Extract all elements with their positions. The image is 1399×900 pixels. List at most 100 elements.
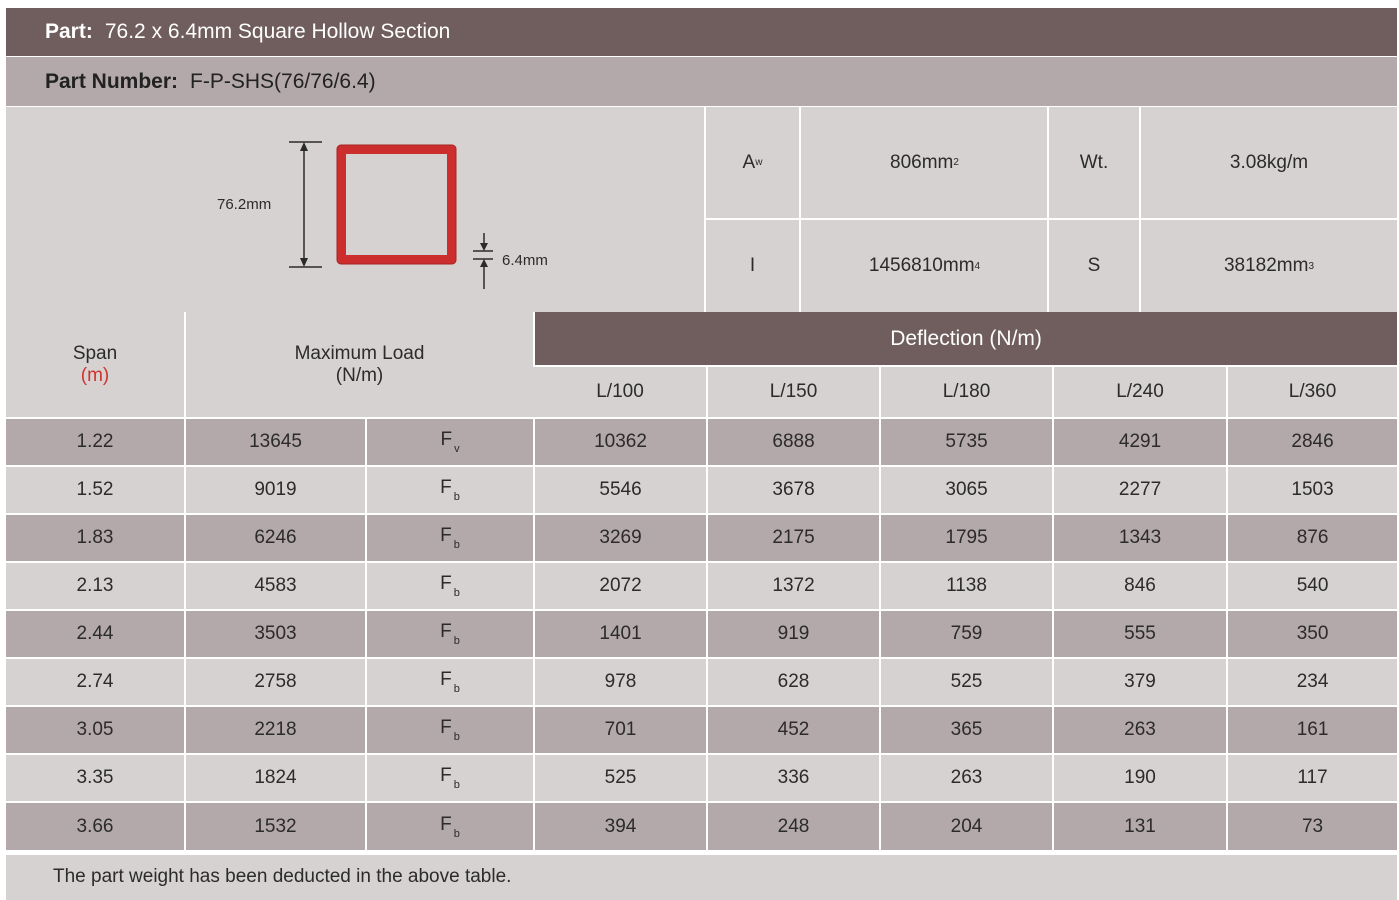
deflection-cell: 555	[1052, 609, 1228, 658]
aw-label-cell: Aw	[704, 107, 799, 218]
failure-mode-subscript: b	[453, 587, 460, 599]
max-load-cell: 4583	[184, 561, 366, 610]
max-load-cell: 2758	[184, 657, 366, 706]
span-header-label: Span	[72, 342, 118, 364]
i-value: 1456810mm	[868, 255, 975, 276]
failure-mode-cell: Fb	[364, 465, 535, 514]
aw-value: 806mm	[890, 151, 954, 173]
failure-mode-symbol: F	[440, 573, 452, 594]
failure-mode-symbol: F	[440, 621, 452, 642]
max-load-unit: (N/m)	[335, 364, 384, 386]
span-cell: 3.05	[6, 705, 185, 754]
deflection-cell: 248	[706, 801, 881, 850]
deflection-cell: 161	[1226, 705, 1398, 754]
deflection-cell: 846	[1052, 561, 1228, 610]
failure-mode-symbol: F	[440, 813, 452, 835]
deflection-col-l180: L/180	[879, 365, 1054, 418]
deflection-col-l100: L/100	[534, 365, 708, 418]
aw-unit-sup: 2	[953, 157, 959, 168]
deflection-cell: 350	[1226, 609, 1398, 658]
table-row: 1.52 9019 Fb 5546 3678 3065 2277 1503	[6, 465, 1398, 514]
deflection-cell: 6888	[706, 417, 881, 466]
square-hollow-section-drawing	[289, 141, 493, 289]
failure-mode-subscript: b	[453, 683, 460, 695]
span-cell: 3.66	[6, 801, 185, 850]
failure-mode-symbol: F	[440, 429, 453, 450]
span-cell: 1.52	[6, 465, 185, 514]
section-diagram: 76.2mm 6.4mm	[6, 107, 704, 312]
deflection-cell: 1795	[879, 513, 1054, 562]
wt-label: Wt.	[1079, 151, 1109, 173]
failure-mode-subscript: b	[453, 635, 460, 647]
height-dimension-label: 76.2mm	[217, 196, 272, 213]
deflection-cell: 379	[1052, 657, 1228, 706]
failure-mode-symbol: F	[440, 765, 452, 786]
table-row: 3.05 2218 Fb 701 452 365 263 161	[6, 705, 1398, 754]
i-value-cell: 1456810mm 4	[799, 220, 1048, 312]
failure-mode-symbol: F	[440, 717, 452, 738]
span-cell: 2.74	[6, 657, 185, 706]
part-number-bar: Part Number: F-P-SHS(76/76/6.4)	[6, 57, 1397, 106]
s-value: 38182mm	[1223, 255, 1309, 276]
deflection-cell: 2072	[533, 561, 708, 610]
s-label-cell: S	[1047, 220, 1139, 312]
max-load-cell: 1824	[184, 753, 366, 802]
failure-mode-subscript: b	[453, 539, 460, 551]
deflection-cell: 452	[706, 705, 881, 754]
deflection-cell: 1401	[533, 609, 708, 658]
failure-mode-symbol: F	[440, 669, 452, 690]
aw-value-cell: 806mm 2	[799, 107, 1048, 218]
max-load-cell: 2218	[184, 705, 366, 754]
failure-mode-cell: Fb	[364, 801, 535, 850]
deflection-cell: 204	[879, 801, 1054, 850]
failure-mode-cell: Fb	[364, 513, 535, 562]
table-row: 2.44 3503 Fb 1401 919 759 555 350	[6, 609, 1398, 658]
table-row: 3.35 1824 Fb 525 336 263 190 117	[6, 753, 1398, 802]
footer-note: The part weight has been deducted in the…	[6, 855, 1397, 900]
part-value: 76.2 x 6.4mm Square Hollow Section	[104, 20, 451, 43]
deflection-cell: 628	[706, 657, 881, 706]
deflection-cell: 2277	[1052, 465, 1228, 514]
deflection-cell: 1503	[1226, 465, 1398, 514]
s-value-cell: 38182mm 3	[1139, 220, 1397, 312]
failure-mode-symbol: F	[440, 477, 452, 498]
deflection-cell: 10362	[533, 417, 708, 466]
deflection-cell: 131	[1052, 801, 1228, 850]
deflection-cell: 1372	[706, 561, 881, 610]
deflection-cell: 2175	[706, 513, 881, 562]
s-unit-sup: 3	[1308, 260, 1315, 272]
deflection-cell: 263	[1052, 705, 1228, 754]
span-cell: 1.22	[6, 417, 185, 466]
part-number-value: F-P-SHS(76/76/6.4)	[190, 70, 376, 93]
deflection-cell: 73	[1226, 801, 1398, 850]
span-cell: 2.44	[6, 609, 185, 658]
span-header: Span (m)	[6, 312, 185, 418]
failure-mode-subscript: b	[453, 827, 460, 840]
i-label: I	[749, 255, 756, 276]
deflection-cell: 394	[533, 801, 708, 850]
deflection-cell: 117	[1226, 753, 1398, 802]
deflection-cell: 525	[879, 657, 1054, 706]
failure-mode-subscript: b	[453, 731, 460, 743]
deflection-cell: 365	[879, 705, 1054, 754]
span-cell: 1.83	[6, 513, 185, 562]
deflection-cell: 540	[1226, 561, 1398, 610]
deflection-cell: 919	[706, 609, 881, 658]
deflection-cell: 336	[706, 753, 881, 802]
failure-mode-cell: Fb	[364, 705, 535, 754]
max-load-header-label: Maximum Load	[294, 342, 425, 364]
table-row: 2.13 4583 Fb 2072 1372 1138 846 540	[6, 561, 1398, 610]
failure-mode-cell: Fb	[364, 753, 535, 802]
deflection-cell: 263	[879, 753, 1054, 802]
deflection-cell: 1138	[879, 561, 1054, 610]
failure-mode-cell: Fb	[364, 609, 535, 658]
deflection-cell: 1343	[1052, 513, 1228, 562]
span-unit: (m)	[80, 364, 110, 386]
max-load-cell: 13645	[184, 417, 366, 466]
wt-value: 3.08kg/m	[1229, 151, 1309, 173]
table-row: 1.83 6246 Fb 3269 2175 1795 1343 876	[6, 513, 1398, 562]
max-load-cell: 6246	[184, 513, 366, 562]
aw-symbol: A	[742, 151, 756, 173]
table-row: 2.74 2758 Fb 978 628 525 379 234	[6, 657, 1398, 706]
deflection-col-l360: L/360	[1226, 365, 1398, 418]
